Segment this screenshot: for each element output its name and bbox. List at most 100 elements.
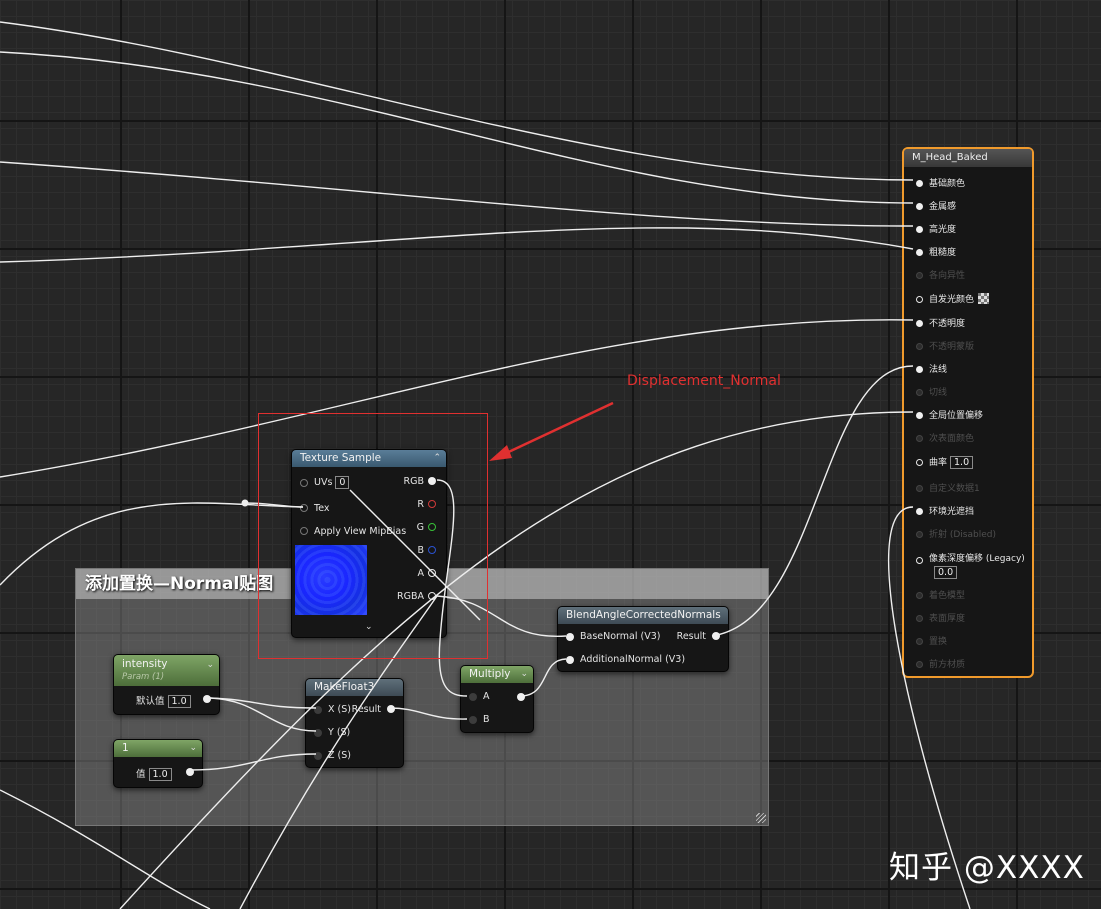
pin-ambient-occlusion[interactable]: 环境光遮挡 — [916, 504, 974, 517]
blend-normals-node[interactable]: BlendAngleCorrectedNormals BaseNormal (V… — [557, 606, 729, 672]
a-label: A — [483, 691, 490, 702]
default-value-label: 默认值 1.0 — [136, 693, 191, 708]
resize-grip-icon[interactable] — [756, 813, 766, 823]
chevron-down-icon[interactable]: ⌄ — [206, 659, 214, 672]
result-pin[interactable] — [712, 632, 720, 640]
pin-curvature[interactable]: 曲率 1.0 — [916, 455, 974, 469]
base-normal-label: BaseNormal (V3) — [580, 631, 661, 642]
pin-world-position-offset[interactable]: 全局位置偏移 — [916, 408, 983, 421]
pin-displacement: 置换 — [916, 634, 947, 647]
wire-metallic — [0, 51, 914, 204]
node-title: BlendAngleCorrectedNormals — [566, 609, 721, 621]
y-pin[interactable] — [314, 729, 322, 737]
pin-dot[interactable] — [916, 226, 923, 233]
pin-dot[interactable] — [916, 459, 923, 466]
node-header[interactable]: 1 ⌄ — [114, 740, 202, 757]
pin-dot — [916, 343, 923, 350]
annotation-highlight-box — [258, 413, 488, 659]
pin-pixel-depth-offset[interactable]: 像素深度偏移 (Legacy) 0.0 — [916, 551, 1025, 579]
pin-dot — [916, 592, 923, 599]
annotation-arrowhead — [489, 445, 512, 461]
x-pin[interactable] — [314, 706, 322, 714]
pin-shading-model: 着色模型 — [916, 588, 965, 601]
intensity-param-node[interactable]: intensity Param (1) ⌄ 默认值 1.0 — [113, 654, 220, 715]
chevron-down-icon[interactable]: ⌄ — [189, 740, 197, 757]
value-field[interactable]: 1.0 — [148, 768, 172, 781]
b-label: B — [483, 714, 490, 725]
annotation-arrow — [499, 401, 614, 458]
a-input-pin[interactable] — [469, 693, 477, 701]
pixel-depth-value-field[interactable]: 0.0 — [934, 566, 958, 579]
material-title[interactable]: M_Head_Baked — [904, 149, 1032, 167]
pin-custom-data-1: 自定义数据1 — [916, 481, 980, 494]
reroute-knot — [241, 499, 249, 507]
pin-anisotropy: 各向异性 — [916, 268, 965, 281]
pin-dot[interactable] — [916, 366, 923, 373]
curvature-value-field[interactable]: 1.0 — [950, 456, 974, 469]
z-label: Z (S) — [328, 750, 351, 761]
pin-subsurface-color: 次表面颜色 — [916, 431, 974, 444]
constant-output-pin[interactable] — [186, 768, 194, 776]
pin-specular[interactable]: 高光度 — [916, 222, 956, 235]
pin-dot[interactable] — [916, 557, 923, 564]
node-title: Multiply — [469, 668, 511, 680]
pin-dot — [916, 615, 923, 622]
pin-dot[interactable] — [916, 508, 923, 515]
pin-dot[interactable] — [916, 412, 923, 419]
b-input-pin[interactable] — [469, 716, 477, 724]
pin-tangent: 切线 — [916, 385, 947, 398]
pin-opacity[interactable]: 不透明度 — [916, 316, 965, 329]
pin-normal[interactable]: 法线 — [916, 362, 947, 375]
pin-dot[interactable] — [916, 320, 923, 327]
y-label: Y (S) — [328, 727, 351, 738]
pin-refraction: 折射 (Disabled) — [916, 527, 996, 540]
pin-dot — [916, 435, 923, 442]
watermark: 知乎 @XXXX — [889, 850, 1085, 886]
pin-dot[interactable] — [916, 203, 923, 210]
pin-dot[interactable] — [916, 180, 923, 187]
material-result-node[interactable]: M_Head_Baked 基础颜色 金属感 高光度 粗糙度 各向异性 自发光颜色… — [902, 147, 1034, 678]
constant-node[interactable]: 1 ⌄ 值 1.0 — [113, 739, 203, 788]
x-label: X (S) — [328, 704, 351, 715]
node-header[interactable]: BlendAngleCorrectedNormals — [558, 607, 728, 624]
pin-dot — [916, 661, 923, 668]
result-pin[interactable] — [387, 705, 395, 713]
default-value-field[interactable]: 1.0 — [167, 695, 191, 708]
pin-base-color[interactable]: 基础颜色 — [916, 176, 965, 189]
pin-dot[interactable] — [916, 296, 923, 303]
multiply-output-pin[interactable] — [517, 693, 525, 701]
wire-specular — [0, 161, 914, 227]
pin-emissive-color[interactable]: 自发光颜色 — [916, 292, 990, 305]
z-pin[interactable] — [314, 752, 322, 760]
base-normal-pin[interactable] — [566, 633, 574, 641]
node-title: intensity — [122, 658, 168, 670]
pin-metallic[interactable]: 金属感 — [916, 199, 956, 212]
pin-dot — [916, 485, 923, 492]
node-header[interactable]: MakeFloat3 — [306, 679, 403, 696]
pin-dot — [916, 389, 923, 396]
node-title: 1 — [122, 742, 129, 754]
pin-dot — [916, 272, 923, 279]
chevron-down-icon[interactable]: ⌄ — [520, 666, 528, 683]
additional-normal-pin[interactable] — [566, 656, 574, 664]
color-swatch-icon[interactable] — [978, 293, 990, 304]
result-label: Result — [351, 704, 381, 715]
node-subtitle: Param (1) — [122, 672, 165, 682]
result-label: Result — [676, 631, 706, 642]
wire-base-color — [0, 21, 914, 181]
pin-roughness[interactable]: 粗糙度 — [916, 245, 956, 258]
node-header[interactable]: intensity Param (1) ⌄ — [114, 655, 219, 686]
node-header[interactable]: Multiply ⌄ — [461, 666, 533, 683]
value-label: 值 1.0 — [136, 766, 172, 781]
node-title: MakeFloat3 — [314, 681, 375, 693]
makefloat3-node[interactable]: MakeFloat3 X (S) Y (S) Z (S) Result — [305, 678, 404, 768]
annotation-label: Displacement_Normal — [627, 373, 781, 389]
intensity-output-pin[interactable] — [203, 695, 211, 703]
pin-dot — [916, 638, 923, 645]
pin-dot[interactable] — [916, 249, 923, 256]
pin-surface-thickness: 表面厚度 — [916, 611, 965, 624]
wire-roughness — [0, 227, 914, 263]
pin-front-material: 前方材质 — [916, 657, 965, 670]
pin-dot — [916, 531, 923, 538]
multiply-node[interactable]: Multiply ⌄ A B — [460, 665, 534, 733]
